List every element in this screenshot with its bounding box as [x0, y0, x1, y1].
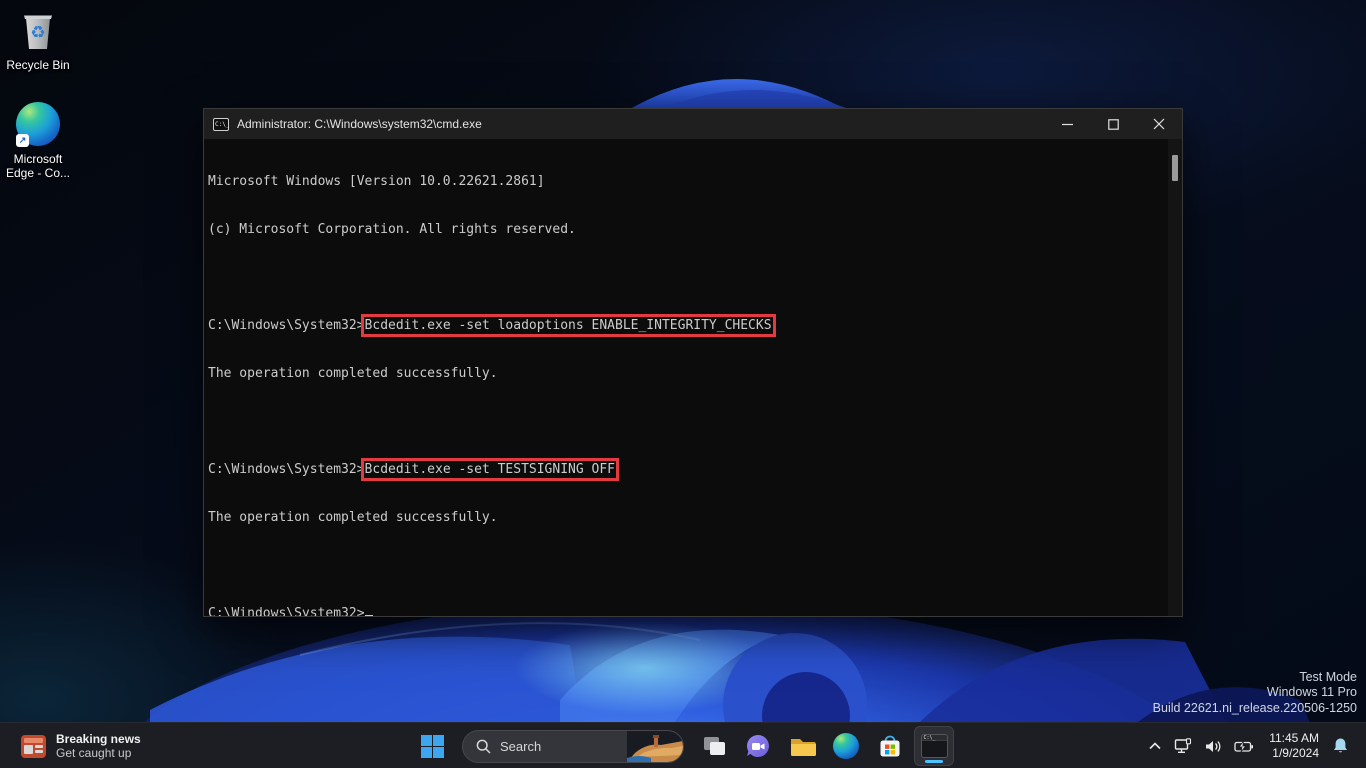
watermark-line-3: Build 22621.ni_release.220506-1250	[1153, 701, 1357, 717]
search-placeholder: Search	[500, 739, 627, 754]
chat-button[interactable]	[738, 726, 778, 766]
highlighted-command-1: Bcdedit.exe -set loadoptions ENABLE_INTE…	[365, 318, 772, 333]
terminal-cursor	[365, 607, 373, 616]
search-daily-image[interactable]	[627, 731, 683, 762]
prompt: C:\Windows\System32>	[208, 318, 365, 333]
network-icon	[1174, 738, 1192, 754]
widget-subtitle: Get caught up	[56, 746, 141, 760]
prompt: C:\Windows\System32>	[208, 462, 365, 477]
desktop-icon-label: Microsoft Edge - Co...	[0, 152, 76, 180]
battery-button[interactable]	[1229, 726, 1259, 766]
prompt: C:\Windows\System32>	[208, 606, 365, 616]
terminal-scrollbar[interactable]	[1168, 139, 1182, 616]
command-prompt-button-active[interactable]: C:\_	[914, 726, 954, 766]
battery-charging-icon	[1234, 740, 1254, 753]
watermark-line-2: Windows 11 Pro	[1153, 685, 1357, 701]
watermark-line-1: Test Mode	[1153, 670, 1357, 686]
terminal-line-result-2: The operation completed successfully.	[208, 510, 1164, 526]
file-explorer-button[interactable]	[782, 726, 822, 766]
terminal-output[interactable]: Microsoft Windows [Version 10.0.22621.28…	[204, 139, 1182, 616]
cmd-titlebar[interactable]: C:\_ Administrator: C:\Windows\system32\…	[204, 109, 1182, 139]
terminal-line-result-1: The operation completed successfully.	[208, 366, 1164, 382]
chat-video-icon	[745, 733, 771, 759]
close-button[interactable]	[1136, 109, 1182, 139]
maximize-icon	[1108, 119, 1119, 130]
start-button[interactable]	[412, 726, 452, 766]
minimize-button[interactable]	[1044, 109, 1090, 139]
minimize-icon	[1062, 119, 1073, 130]
svg-text:♻: ♻	[30, 23, 45, 43]
window-title: Administrator: C:\Windows\system32\cmd.e…	[237, 117, 1044, 131]
terminal-line-version: Microsoft Windows [Version 10.0.22621.28…	[208, 174, 1164, 190]
task-view-button[interactable]	[694, 726, 734, 766]
command-prompt-icon: C:\_	[921, 734, 948, 758]
terminal-line-prompt-current: C:\Windows\System32>	[208, 606, 1164, 616]
desktop-icon-recycle-bin[interactable]: ♻ Recycle Bin	[0, 8, 76, 72]
tray-date: 1/9/2024	[1269, 746, 1319, 761]
edge-button[interactable]	[826, 726, 866, 766]
cmd-window: C:\_ Administrator: C:\Windows\system32\…	[203, 108, 1183, 617]
tray-time: 11:45 AM	[1269, 731, 1319, 746]
clock[interactable]: 11:45 AM 1/9/2024	[1261, 731, 1325, 761]
windows-logo-icon	[420, 734, 445, 759]
terminal-line-copyright: (c) Microsoft Corporation. All rights re…	[208, 222, 1164, 238]
chevron-up-icon	[1148, 740, 1162, 752]
speaker-icon	[1204, 739, 1222, 754]
scrollbar-thumb[interactable]	[1172, 155, 1178, 181]
test-mode-watermark: Test Mode Windows 11 Pro Build 22621.ni_…	[1153, 670, 1357, 717]
cmd-app-icon: C:\_	[213, 118, 229, 131]
close-icon	[1153, 118, 1165, 130]
search-box[interactable]: Search	[462, 730, 684, 763]
shortcut-arrow-icon: ↗	[16, 134, 29, 147]
volume-button[interactable]	[1199, 726, 1227, 766]
network-button[interactable]	[1169, 726, 1197, 766]
edge-icon	[833, 733, 859, 759]
microsoft-store-button[interactable]	[870, 726, 910, 766]
task-view-icon	[702, 734, 727, 759]
maximize-button[interactable]	[1090, 109, 1136, 139]
desktop-icon-microsoft-edge[interactable]: ↗ Microsoft Edge - Co...	[0, 102, 76, 180]
terminal-line-command-1: C:\Windows\System32>Bcdedit.exe -set loa…	[208, 318, 1164, 334]
desktop-icon-label: Recycle Bin	[0, 58, 76, 72]
widget-headline: Breaking news	[56, 732, 141, 746]
search-icon	[476, 739, 491, 754]
edge-icon: ↗	[15, 102, 61, 148]
widgets-button[interactable]: Breaking news Get caught up	[10, 726, 151, 766]
taskbar: Breaking news Get caught up Search	[0, 722, 1366, 768]
news-widget-icon	[20, 734, 47, 759]
highlighted-command-2: Bcdedit.exe -set TESTSIGNING OFF	[365, 462, 615, 477]
notifications-button[interactable]	[1327, 726, 1354, 766]
terminal-line-command-2: C:\Windows\System32>Bcdedit.exe -set TES…	[208, 462, 1164, 478]
hidden-icons-chevron[interactable]	[1143, 726, 1167, 766]
recycle-bin-icon: ♻	[15, 8, 61, 54]
store-icon	[877, 733, 903, 759]
active-app-indicator	[925, 760, 943, 763]
notification-bell-icon	[1332, 737, 1349, 755]
file-explorer-icon	[789, 733, 816, 760]
